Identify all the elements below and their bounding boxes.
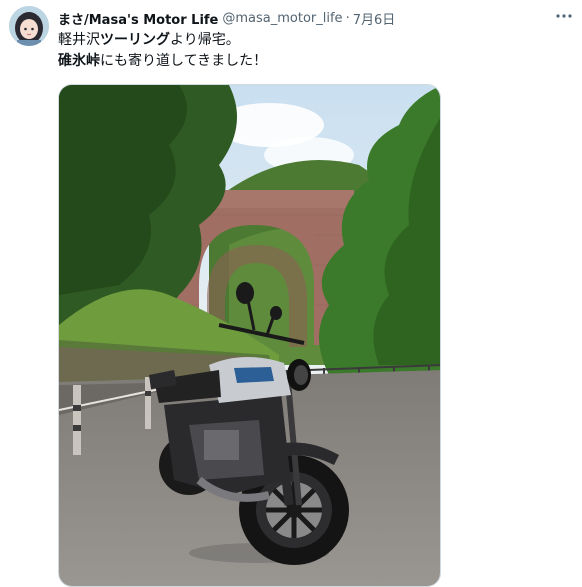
text-bold-segment: ツーリング bbox=[100, 32, 170, 48]
tweet-card[interactable]: まさ/Masa's Motor Life @masa_motor_life · … bbox=[0, 0, 582, 587]
tweet-text-line-2: 碓氷峠にも寄り道してきました！ bbox=[58, 51, 558, 72]
more-options-button[interactable] bbox=[552, 6, 576, 26]
tweet-photo[interactable] bbox=[58, 84, 441, 587]
tweet-date[interactable]: 7月6日 bbox=[353, 9, 396, 28]
separator-dot: · bbox=[345, 10, 350, 26]
tweet-text: 軽井沢ツーリングより帰宅。 碓氷峠にも寄り道してきました！ bbox=[58, 30, 558, 72]
motorcycle-bridge-photo bbox=[59, 85, 440, 586]
text-segment: より帰宅。 bbox=[170, 32, 240, 48]
tweet-header: まさ/Masa's Motor Life @masa_motor_life · … bbox=[58, 8, 395, 28]
author-name[interactable]: まさ/Masa's Motor Life bbox=[58, 9, 218, 28]
avatar-illustration-icon bbox=[9, 6, 49, 46]
text-segment: にも寄り道してきました！ bbox=[100, 53, 268, 69]
text-segment: 軽井沢 bbox=[58, 32, 100, 48]
text-bold-segment: 碓氷峠 bbox=[58, 53, 100, 69]
tweet-text-line-1: 軽井沢ツーリングより帰宅。 bbox=[58, 30, 558, 51]
author-handle[interactable]: @masa_motor_life bbox=[222, 11, 342, 26]
more-options-icon bbox=[556, 14, 572, 18]
avatar[interactable] bbox=[9, 6, 49, 46]
